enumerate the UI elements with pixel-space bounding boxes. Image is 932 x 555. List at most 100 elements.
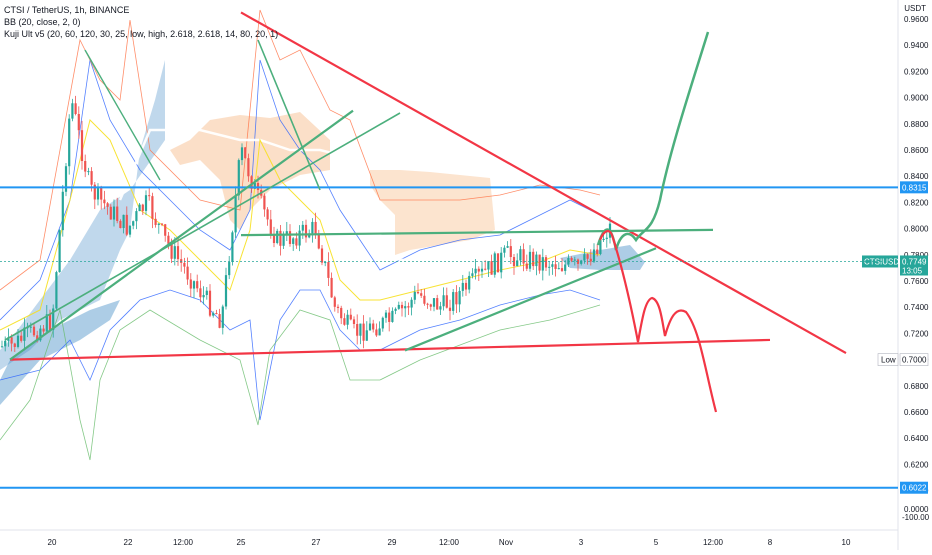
- candle-body: [234, 195, 237, 233]
- candle-body: [138, 204, 141, 212]
- candle-body: [266, 209, 269, 220]
- candle-body: [394, 308, 397, 311]
- chart-area[interactable]: 0.9600 0.9400 0.9200 0.9000 0.8800 0.8600 0.84…: [0, 0, 932, 550]
- candle-body: [279, 230, 282, 246]
- candle-body: [61, 191, 64, 231]
- candle-body: [413, 291, 416, 300]
- candle-body: [474, 268, 477, 274]
- y-tick-label: 0.9400: [904, 41, 929, 50]
- candle-body: [330, 277, 333, 298]
- y-tick-label: 0.7400: [904, 303, 929, 312]
- candle-body: [48, 314, 52, 330]
- candle-body: [324, 262, 327, 264]
- candle-body: [269, 219, 272, 235]
- candle-body: [500, 252, 503, 273]
- price-chart[interactable]: 0.9600 0.9400 0.9200 0.9000 0.8800 0.8600 0.84…: [0, 0, 932, 550]
- candle-body: [420, 293, 423, 296]
- candle-body: [84, 160, 87, 172]
- candle-body: [16, 335, 20, 347]
- y-tick-label: 0.6400: [904, 434, 929, 443]
- candle-body: [192, 281, 196, 289]
- candle-body: [29, 326, 32, 328]
- candle-body: [112, 206, 116, 220]
- candle-body: [180, 259, 183, 263]
- candle-body: [298, 230, 301, 246]
- candle-body: [548, 266, 551, 268]
- candle-body: [564, 264, 567, 271]
- candle-body: [429, 304, 432, 307]
- x-tick-label: 27: [312, 538, 321, 547]
- candle-body: [320, 248, 324, 263]
- candle-body: [432, 298, 436, 307]
- kuji-indicator-line[interactable]: Kuji Ult v5 (20, 60, 120, 30, 25, low, h…: [4, 28, 278, 40]
- candle-body: [151, 196, 154, 219]
- y-tick-label: 0.8800: [904, 120, 929, 129]
- candle-body: [228, 262, 231, 276]
- x-tick-label: Nov: [499, 538, 513, 547]
- candle-body: [506, 246, 509, 248]
- y-tick-label: 0.6200: [904, 460, 929, 469]
- candle-body: [186, 266, 189, 280]
- x-tick-label: 20: [48, 538, 57, 547]
- x-tick-label: 12:00: [703, 538, 724, 547]
- candle-body: [240, 147, 244, 161]
- candle-body: [231, 232, 234, 263]
- candle-body: [442, 295, 445, 307]
- countdown-tag: 13:05: [902, 266, 923, 275]
- x-tick-label: 3: [579, 538, 584, 547]
- candle-body: [55, 272, 58, 309]
- candle-body: [74, 103, 77, 115]
- x-tick-label: 29: [388, 538, 397, 547]
- candle-body: [125, 214, 128, 235]
- candle-body: [221, 306, 224, 328]
- candle-body: [468, 275, 471, 290]
- candle-body: [317, 234, 320, 249]
- candle-body: [212, 313, 215, 316]
- candle-body: [237, 160, 240, 196]
- symbol-line[interactable]: CTSI / TetherUS, 1h, BINANCE: [4, 4, 278, 16]
- candle-body: [116, 206, 119, 221]
- bullish-scenario-path: [596, 31, 710, 251]
- candle-body: [183, 262, 186, 267]
- bb-indicator-line[interactable]: BB (20, close, 2, 0): [4, 16, 278, 28]
- candle-body: [352, 319, 356, 325]
- candle-body: [404, 306, 407, 309]
- candle-body: [471, 273, 474, 276]
- candle-body: [244, 147, 247, 159]
- candle-body: [384, 312, 388, 318]
- candle-body: [378, 328, 381, 336]
- candle-body: [42, 328, 45, 332]
- candle-body: [589, 258, 592, 262]
- candle-body: [100, 186, 103, 200]
- y-tick-label: 0.7600: [904, 277, 929, 286]
- candle-body: [135, 211, 138, 222]
- candle-body: [388, 312, 391, 322]
- candle-body: [452, 292, 455, 311]
- candle-body: [106, 203, 109, 207]
- candle-body: [528, 251, 532, 269]
- candle-body: [144, 195, 148, 211]
- candle-body: [176, 246, 180, 260]
- candle-body: [445, 295, 448, 308]
- candle-body: [493, 253, 496, 275]
- y-tick-label: 0.9000: [904, 94, 929, 103]
- candle-body: [295, 238, 298, 246]
- candle-body: [276, 230, 279, 244]
- candle-body: [196, 281, 199, 289]
- candle-body: [490, 261, 493, 275]
- candle-body: [202, 295, 205, 298]
- candle-body: [205, 290, 208, 296]
- candle-body: [487, 261, 490, 270]
- candle-body: [87, 171, 90, 173]
- candle-body: [160, 223, 164, 225]
- candle-body: [336, 306, 340, 308]
- candle-body: [464, 282, 468, 290]
- candle-body: [586, 254, 589, 259]
- candle-body: [381, 317, 384, 329]
- candle-body: [13, 343, 16, 347]
- candle-body: [477, 268, 480, 272]
- candle-body: [400, 304, 404, 309]
- x-tick-label: 10: [842, 538, 851, 547]
- low-label: Low: [881, 356, 896, 365]
- candle-body: [605, 237, 608, 239]
